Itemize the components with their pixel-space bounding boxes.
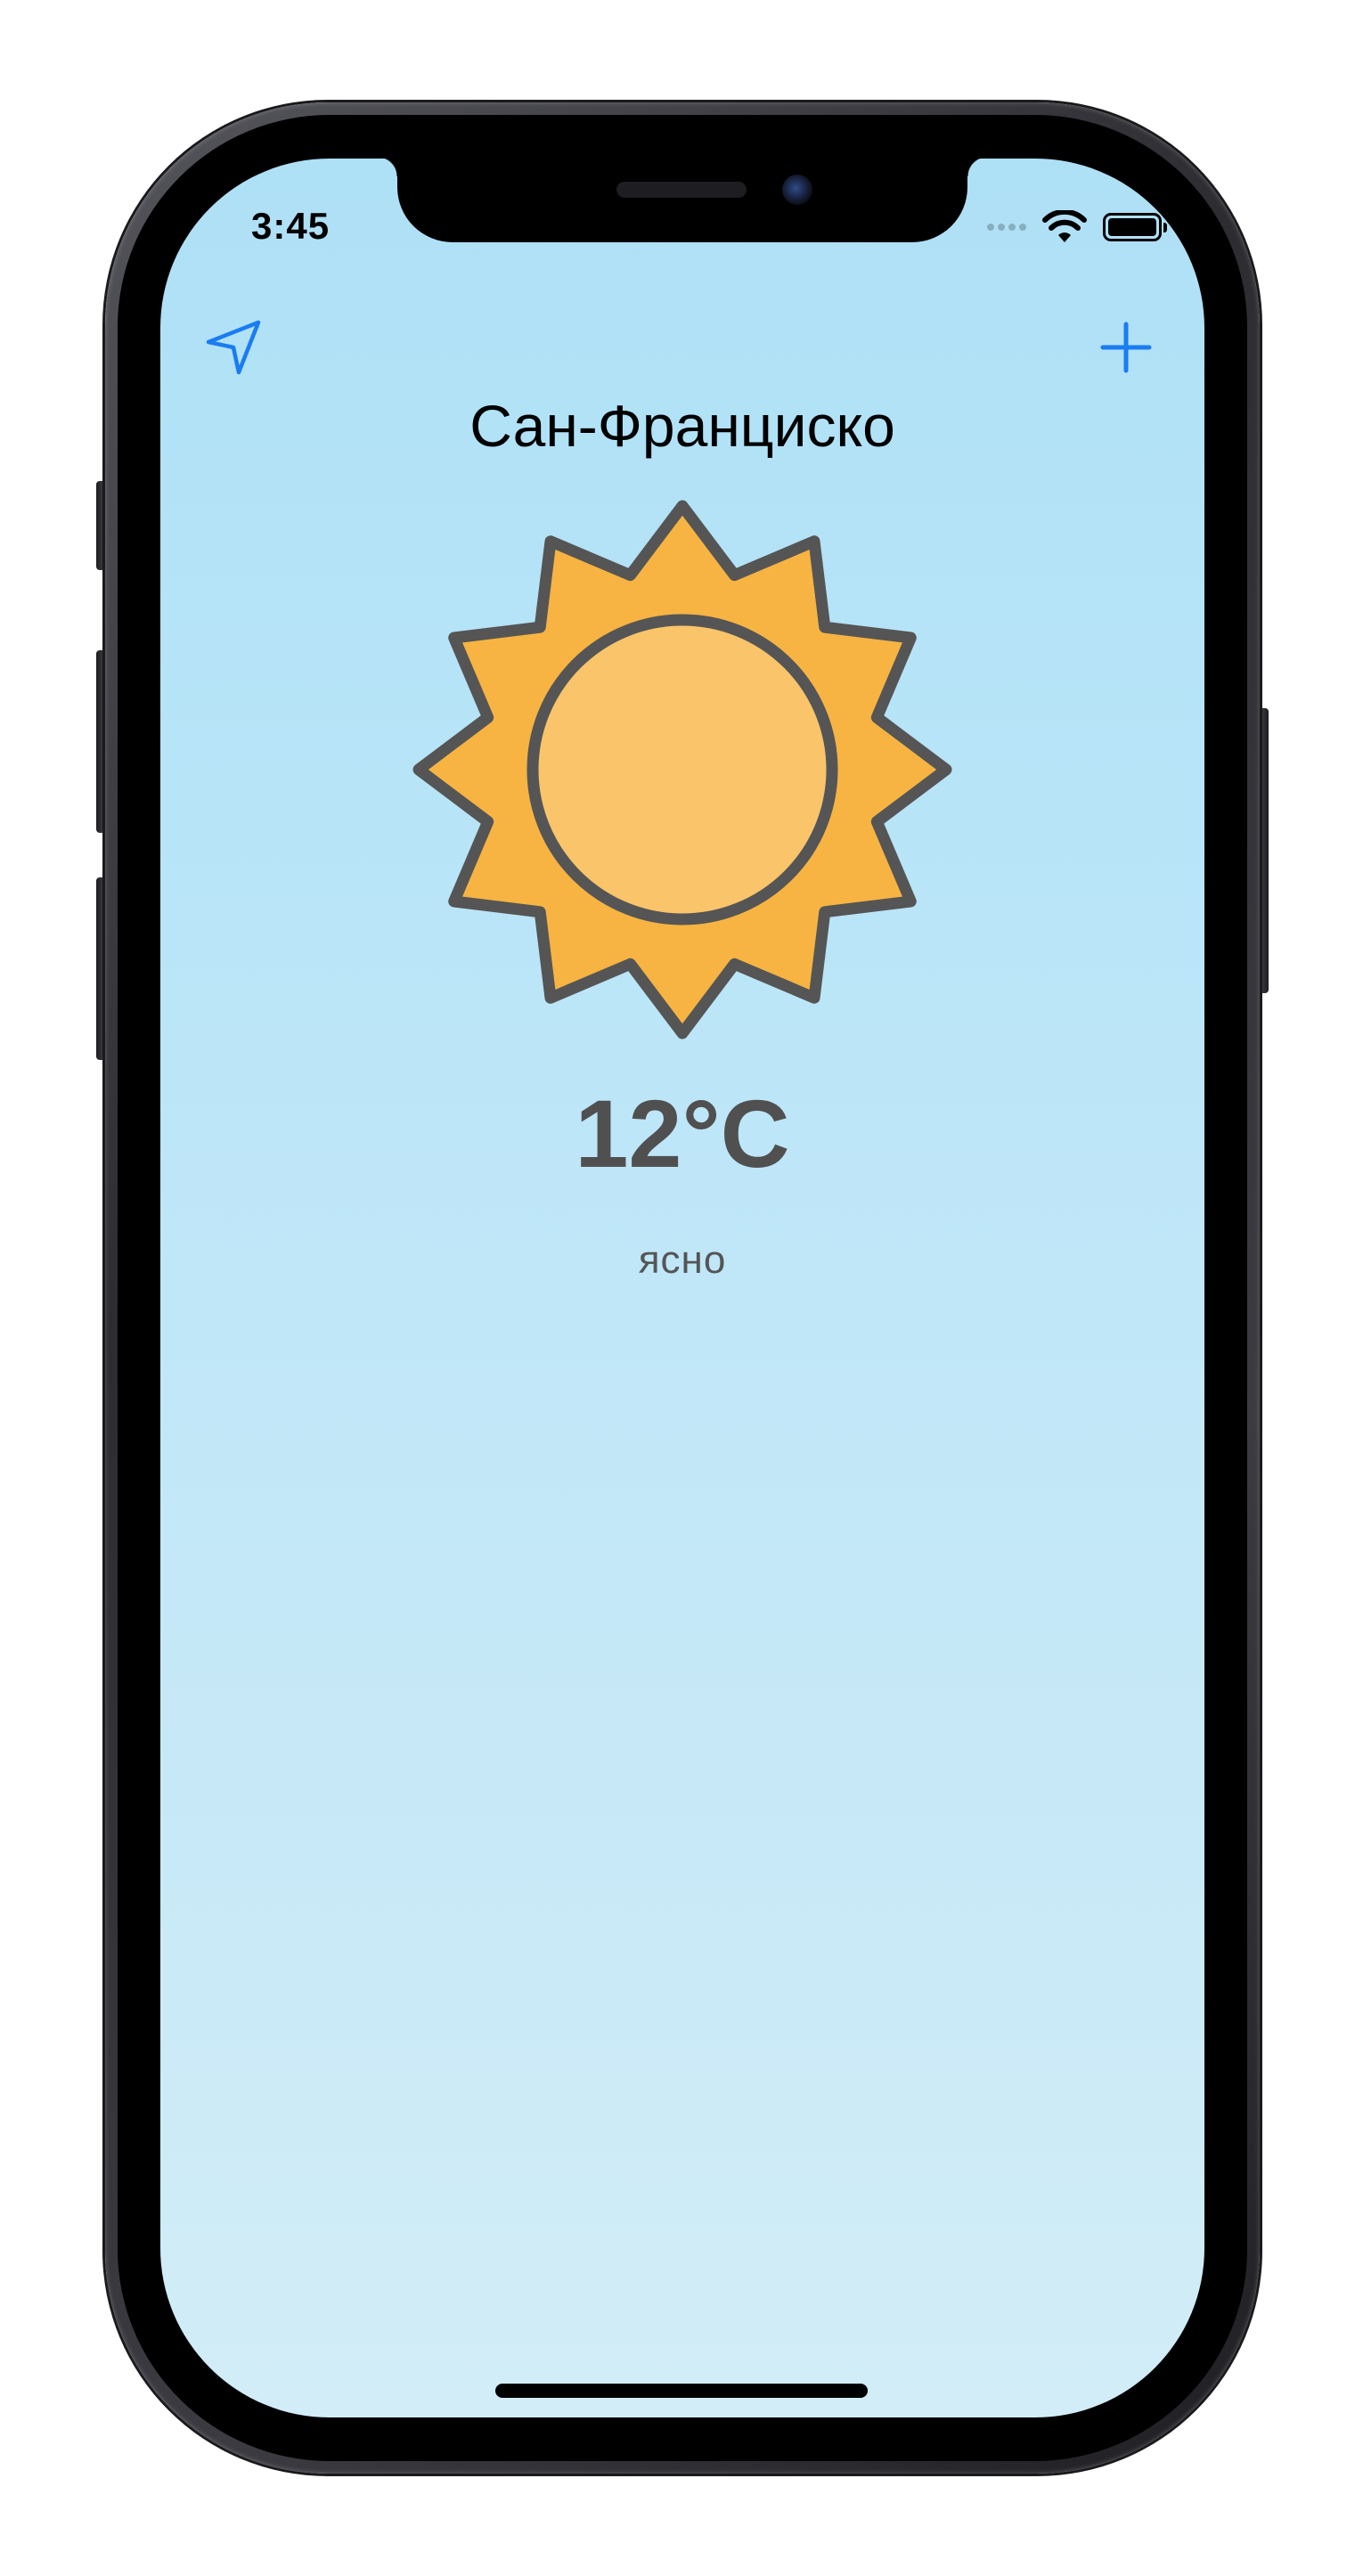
sun-core: [526, 614, 838, 925]
device-mockup: 3:45 Сан-Франциско 12°C ясно: [0, 0, 1363, 2576]
city-name: Сан-Франциско: [469, 393, 895, 459]
status-indicators: [987, 205, 1167, 249]
app-screen: 3:45 Сан-Франциско 12°C ясно: [160, 159, 1204, 2417]
wifi-icon: [1042, 210, 1087, 242]
temperature: 12°C: [575, 1080, 790, 1187]
notch: [378, 159, 987, 242]
plus-icon: [1100, 322, 1152, 373]
cellular-signal-icon: [987, 224, 1026, 231]
location-arrow-icon: [206, 320, 261, 375]
front-camera: [782, 175, 812, 205]
current-location-button[interactable]: [201, 315, 265, 379]
battery-icon: [1103, 213, 1167, 241]
add-city-button[interactable]: [1094, 315, 1158, 379]
earpiece-speaker: [616, 182, 747, 198]
weather-condition: ясно: [638, 1238, 727, 1282]
home-indicator: [495, 2384, 868, 2398]
sun-icon: [410, 497, 955, 1042]
status-time: 3:45: [251, 205, 331, 247]
